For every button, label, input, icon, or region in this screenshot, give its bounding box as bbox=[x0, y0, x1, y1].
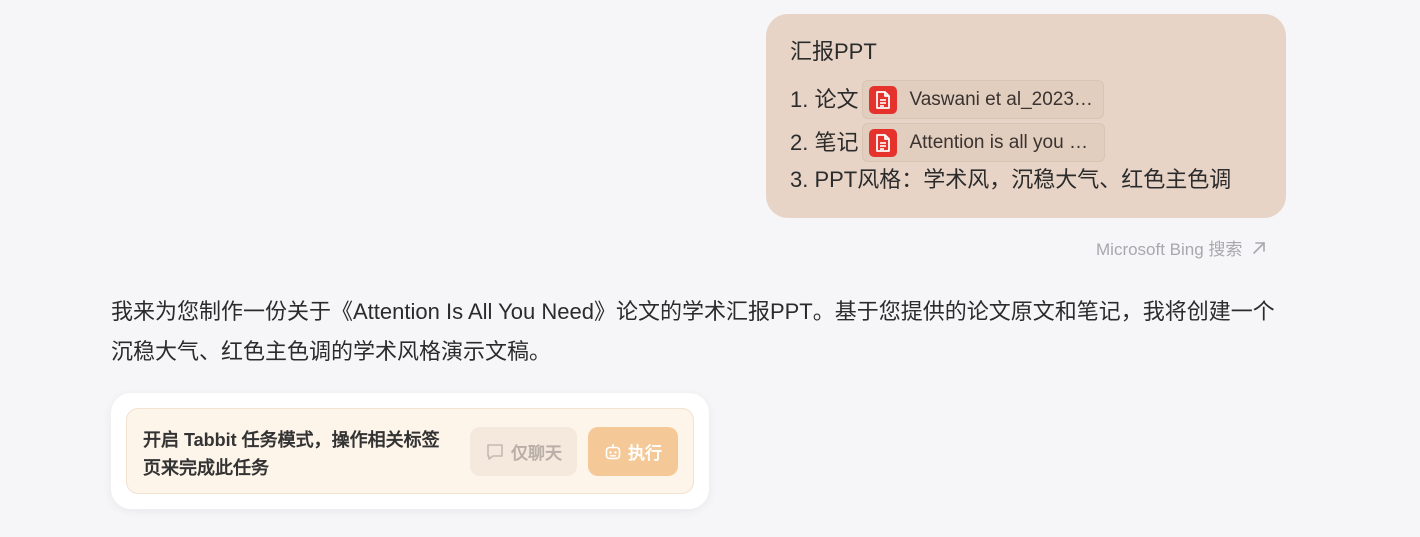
file-attachment-chip[interactable]: Attention is all you n... bbox=[862, 123, 1106, 162]
external-arrow-icon bbox=[1252, 241, 1266, 255]
file-attachment-name: Attention is all you n... bbox=[909, 133, 1095, 152]
pdf-file-icon bbox=[869, 85, 898, 114]
chat-only-button[interactable]: 仅聊天 bbox=[470, 427, 577, 476]
task-mode-card: 开启 Tabbit 任务模式，操作相关标签页来完成此任务 仅聊天 执行 bbox=[111, 393, 709, 509]
bing-search-label: Microsoft Bing 搜索 bbox=[1096, 240, 1243, 259]
item-prefix: 2. 笔记 bbox=[790, 129, 859, 155]
user-message-item-paper: 1. 论文 Vaswani et al_2023_... bbox=[790, 80, 1105, 119]
execute-label: 执行 bbox=[628, 444, 662, 463]
bing-search-link[interactable]: Microsoft Bing 搜索 bbox=[1096, 235, 1266, 260]
pdf-file-icon bbox=[869, 128, 898, 157]
user-message-title: 汇报PPT bbox=[790, 39, 877, 64]
task-mode-prompt: 开启 Tabbit 任务模式，操作相关标签页来完成此任务 bbox=[143, 430, 440, 478]
assistant-message-text: 我来为您制作一份关于《Attention Is All You Need》论文的… bbox=[111, 299, 1275, 364]
item-prefix: 1. 论文 bbox=[790, 86, 859, 112]
user-message-item-style: 3. PPT风格：学术风，沉稳大气、红色主色调 bbox=[790, 167, 1232, 192]
chat-only-label: 仅聊天 bbox=[511, 444, 562, 463]
execute-button[interactable]: 执行 bbox=[588, 427, 678, 476]
user-message-item-notes: 2. 笔记 Attention is all you n... bbox=[790, 123, 1106, 162]
robot-icon bbox=[604, 443, 622, 461]
task-mode-panel: 开启 Tabbit 任务模式，操作相关标签页来完成此任务 仅聊天 执行 bbox=[126, 408, 694, 494]
file-attachment-chip[interactable]: Vaswani et al_2023_... bbox=[862, 80, 1105, 119]
user-message-bubble: 汇报PPT 1. 论文 Vaswani et al_2023_... 2. 笔记 bbox=[766, 14, 1286, 218]
file-attachment-name: Vaswani et al_2023_... bbox=[909, 90, 1094, 109]
chat-bubble-icon bbox=[485, 442, 505, 462]
